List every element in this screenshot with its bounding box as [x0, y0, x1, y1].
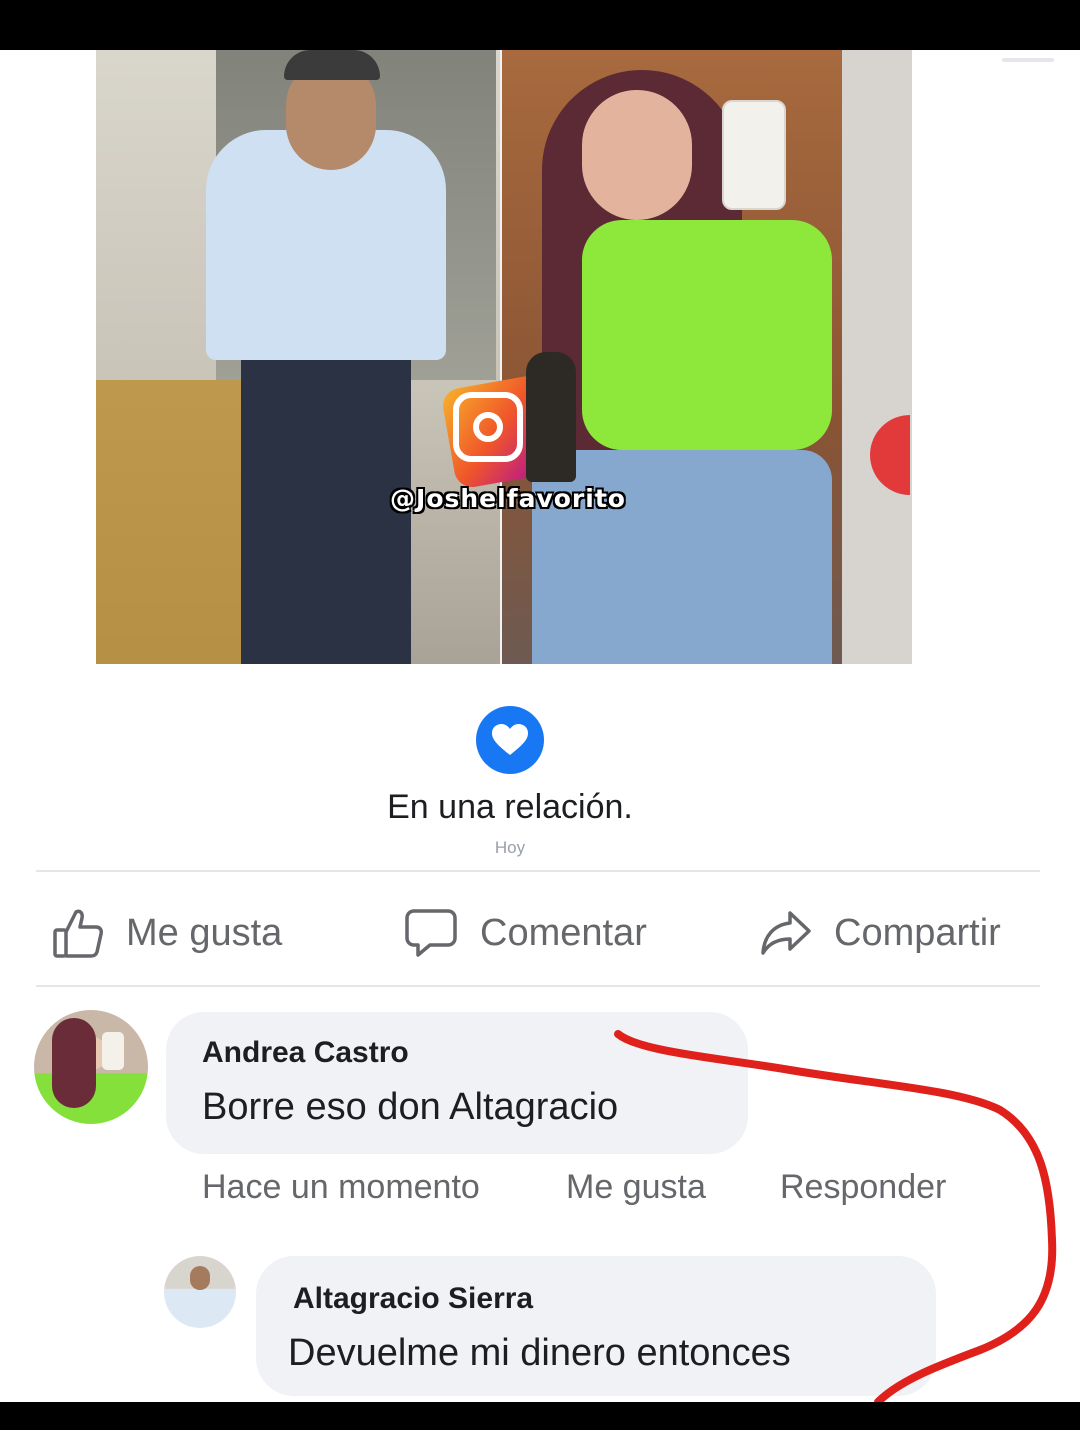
like-label: Me gusta: [126, 911, 283, 954]
comment-like-link[interactable]: Me gusta: [566, 1168, 706, 1207]
comment-avatar-altagracio[interactable]: [164, 1256, 236, 1328]
share-arrow-icon: [761, 911, 811, 955]
photo-left-panel: [96, 50, 500, 664]
photo-phone: [722, 100, 786, 210]
photo-chair: [96, 380, 246, 664]
post-photo[interactable]: @Joshelfavorito: [96, 50, 912, 664]
comment-text: Borre eso don Altagracio: [202, 1086, 619, 1128]
relationship-status: En una relación.: [387, 788, 633, 826]
divider-bottom: [36, 985, 1040, 987]
photo-woman-top: [582, 220, 832, 450]
reply-author[interactable]: Altagracio Sierra: [293, 1282, 533, 1316]
photo-divider: [500, 50, 502, 664]
sheet-handle: [1002, 58, 1054, 62]
badge-person-figure: [526, 352, 576, 482]
bottom-black-bar: [0, 1402, 1080, 1430]
instagram-icon: [453, 392, 523, 462]
comment-author[interactable]: Andrea Castro: [202, 1036, 409, 1070]
top-black-bar: [0, 0, 1080, 50]
photo-woman-face: [582, 90, 692, 220]
comment-avatar-andrea[interactable]: [34, 1010, 148, 1124]
share-button[interactable]: Compartir: [760, 905, 1001, 961]
comment-icon: [405, 909, 457, 957]
reply-text: Devuelme mi dinero entonces: [288, 1332, 791, 1374]
thumbs-up-icon: [53, 909, 103, 958]
share-label: Compartir: [834, 911, 1001, 954]
comment-time: Hace un momento: [202, 1168, 480, 1206]
photo-woman-jeans: [532, 450, 832, 664]
like-button[interactable]: Me gusta: [52, 905, 282, 961]
status-timestamp: Hoy: [494, 838, 526, 857]
photo-watermark: @Joshelfavorito: [390, 484, 626, 513]
comment-reply-link[interactable]: Responder: [780, 1168, 946, 1207]
photo-man-cap: [284, 50, 380, 80]
heart-icon: [476, 706, 544, 774]
divider-top: [36, 870, 1040, 872]
comment-bubble-2[interactable]: Altagracio Sierra Devuelme mi dinero ent…: [256, 1256, 936, 1396]
comment-label: Comentar: [480, 911, 647, 954]
comment-button[interactable]: Comentar: [404, 905, 647, 961]
photo-wall: [842, 50, 912, 664]
comment-bubble-1[interactable]: Andrea Castro Borre eso don Altagracio: [166, 1012, 748, 1154]
